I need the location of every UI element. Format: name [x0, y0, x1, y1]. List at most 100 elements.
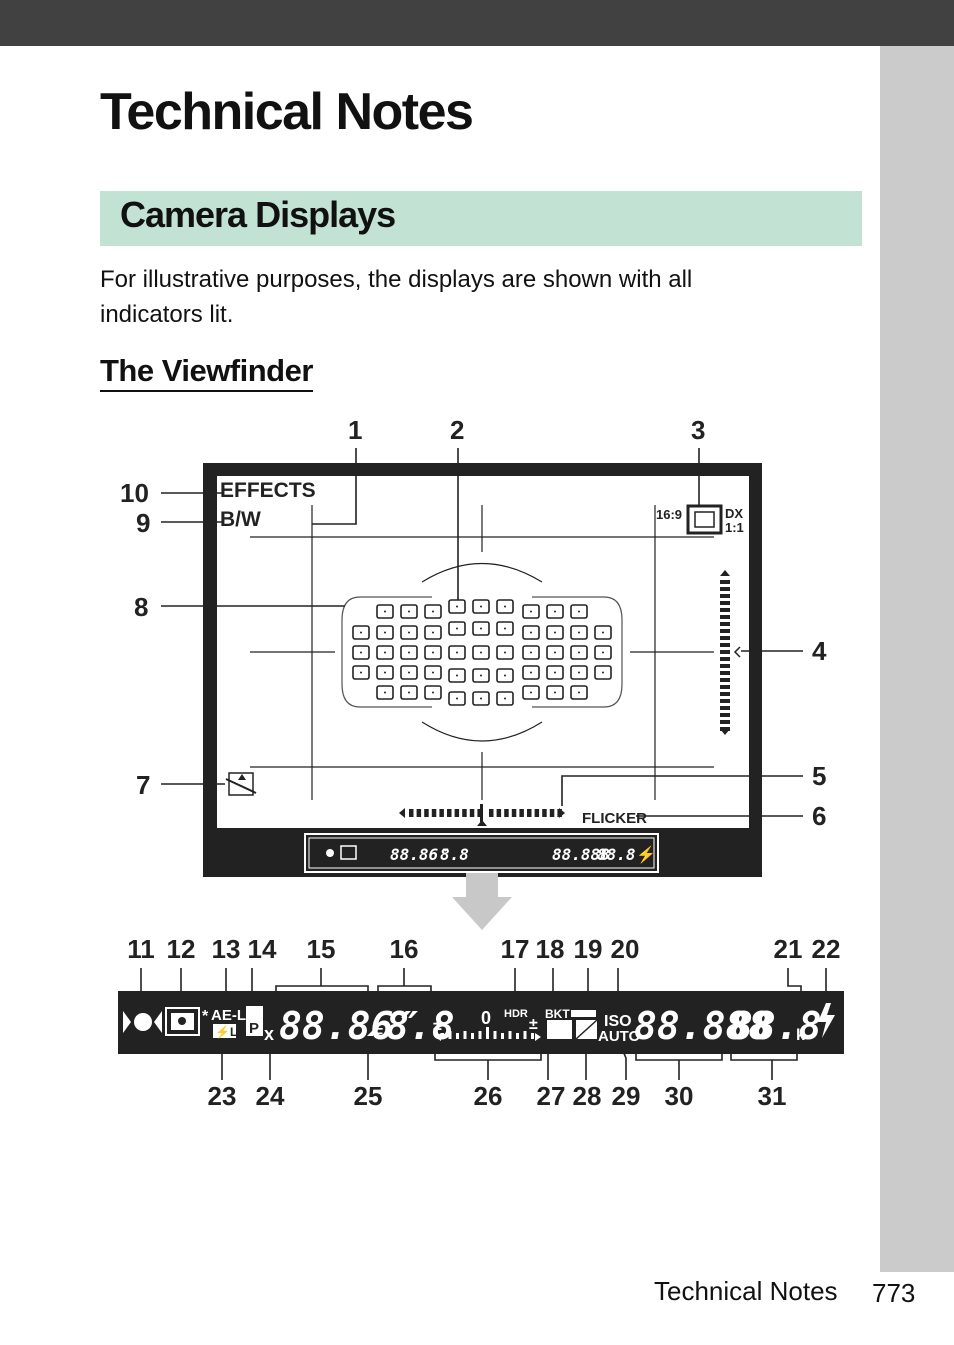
focus-point: [496, 599, 514, 614]
callout-20: 20: [611, 934, 640, 964]
section-title: Camera Displays: [120, 194, 396, 235]
mini-aperture-digits: 8.8: [440, 845, 469, 864]
focus-point: [546, 685, 564, 700]
callout-8: 8: [134, 592, 148, 622]
focus-point: [522, 625, 540, 640]
exposure-bar: [508, 1031, 512, 1039]
callout-11: 11: [127, 934, 155, 964]
down-arrow-icon: [452, 873, 512, 930]
flash-sync-x: x: [264, 1024, 274, 1044]
plus-minus-icon: ±: [433, 1017, 442, 1034]
f-label: F: [374, 1025, 383, 1042]
exposure-bar: [523, 1031, 527, 1039]
roll-tick: [720, 587, 730, 591]
roll-tick: [720, 643, 730, 647]
mini-flash-icon: ⚡: [636, 845, 656, 864]
page-title: Technical Notes: [100, 83, 474, 141]
focus-point: [448, 691, 466, 706]
focus-point: [448, 668, 466, 683]
focus-point: [472, 599, 490, 614]
pitch-tick: [542, 809, 547, 817]
callout-5: 5: [812, 761, 826, 791]
callout-30: 30: [665, 1081, 694, 1111]
focus-point: [448, 599, 466, 614]
callout-9: 9: [136, 508, 150, 538]
focus-point: [522, 685, 540, 700]
mini-focus-indicator-icon: [326, 849, 334, 857]
exposure-bar: [463, 1031, 467, 1039]
viewfinder-subheading: The Viewfinder: [100, 352, 313, 392]
focus-point: [424, 665, 442, 680]
exposure-bar: [448, 1031, 452, 1039]
callout-23: 23: [208, 1081, 237, 1111]
callout-28: 28: [573, 1081, 602, 1111]
flicker-label: FLICKER: [582, 810, 647, 827]
focus-point: [496, 668, 514, 683]
focus-point: [376, 645, 394, 660]
footer-section-label: Technical Notes: [654, 1276, 838, 1306]
viewfinder-figure: EFFECTS B/W 16:9 DX 1:1 FLICKER 88.86″ 8…: [0, 400, 954, 1130]
exposure-bar: [456, 1033, 459, 1039]
focus-point: [472, 645, 490, 660]
focus-point: [400, 625, 418, 640]
bw-label: B/W: [220, 508, 261, 531]
callout-31: 31: [758, 1081, 787, 1111]
pitch-tick: [549, 809, 555, 817]
callout-6: 6: [812, 801, 826, 831]
focus-point: [496, 621, 514, 636]
focus-point: [546, 604, 564, 619]
callout-2: 2: [450, 415, 464, 445]
mini-count-digits: 88.8: [597, 845, 636, 864]
pitch-tick: [511, 809, 517, 817]
focus-point: [376, 604, 394, 619]
roll-tick: [720, 650, 730, 654]
bkt-indicator: BKT: [545, 1007, 570, 1021]
aperture-digits: 8.8: [386, 1004, 455, 1048]
callout-17: 17: [501, 934, 530, 964]
roll-tick: [720, 657, 730, 661]
focus-point: [546, 665, 564, 680]
ael-indicator: AE-L: [211, 1007, 246, 1024]
focus-point: [376, 685, 394, 700]
exposure-zero: 0: [481, 1008, 491, 1028]
pitch-tick: [469, 809, 475, 817]
pitch-tick: [431, 809, 437, 817]
pitch-center-tick: [480, 804, 483, 822]
roll-tick: [720, 608, 730, 612]
plus-minus-right-icon: ±: [529, 1016, 538, 1033]
exposure-bar: [441, 1033, 444, 1039]
focus-point: [546, 645, 564, 660]
pitch-tick: [489, 809, 494, 817]
callout-22: 22: [812, 934, 841, 964]
roll-tick: [720, 636, 730, 640]
hdr-indicator: HDR: [504, 1008, 528, 1020]
focus-point: [424, 604, 442, 619]
pitch-tick: [447, 809, 452, 817]
focus-point: [424, 645, 442, 660]
battery-icon: [571, 1010, 596, 1017]
callout-4: 4: [812, 636, 827, 666]
exposure-count-digits: 88.8: [730, 1004, 822, 1048]
focus-point: [448, 645, 466, 660]
focus-point: [472, 621, 490, 636]
roll-tick: [720, 629, 730, 633]
focus-point: [424, 685, 442, 700]
callout-12: 12: [167, 934, 196, 964]
roll-tick: [720, 615, 730, 619]
focus-point: [594, 665, 612, 680]
focus-point: [594, 645, 612, 660]
roll-tick: [720, 699, 730, 703]
roll-tick: [720, 678, 730, 682]
callout-10: 10: [120, 478, 149, 508]
roll-tick: [720, 692, 730, 696]
pitch-tick: [496, 809, 502, 817]
roll-tick: [720, 727, 730, 731]
callout-29: 29: [612, 1081, 641, 1111]
callout-7: 7: [136, 770, 150, 800]
roll-tick: [720, 671, 730, 675]
callout-3: 3: [691, 415, 705, 445]
focus-point: [400, 665, 418, 680]
callout-1: 1: [348, 415, 362, 445]
focus-point: [352, 645, 370, 660]
roll-tick: [720, 601, 730, 605]
